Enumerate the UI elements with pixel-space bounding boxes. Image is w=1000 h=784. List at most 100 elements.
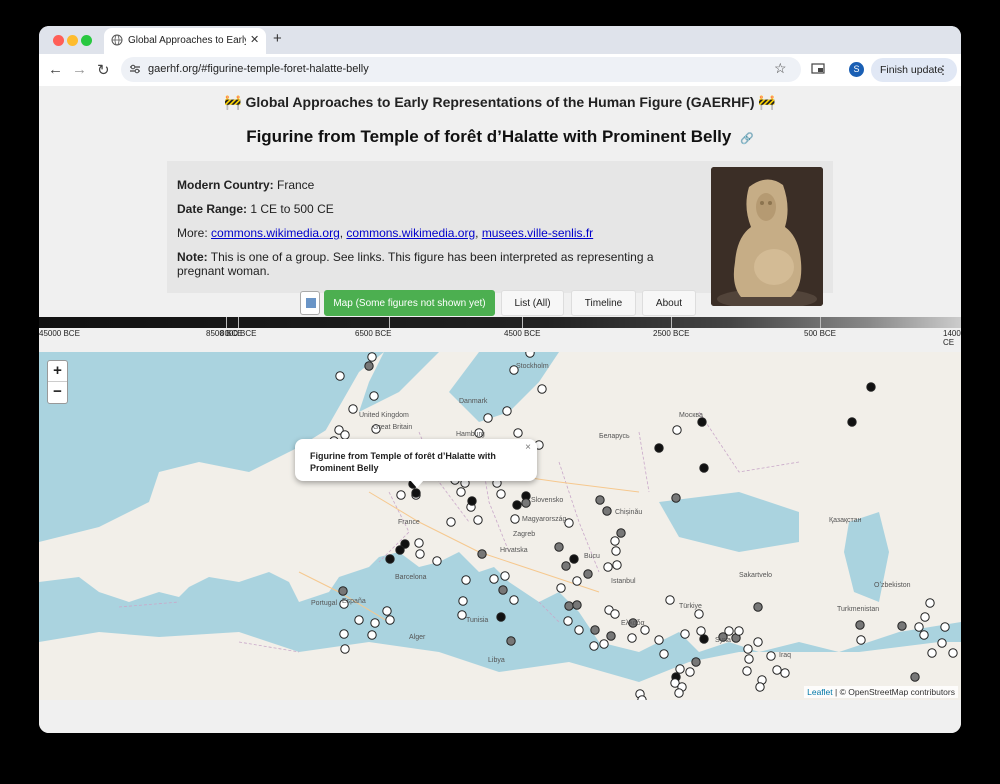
figure-marker[interactable] (610, 536, 620, 546)
figure-marker[interactable] (498, 585, 508, 595)
figure-marker[interactable] (554, 542, 564, 552)
museum-link[interactable]: musees.ville-senlis.fr (482, 226, 593, 240)
figure-marker[interactable] (755, 682, 765, 692)
popup-close-button[interactable]: × (525, 442, 531, 453)
figure-marker[interactable] (340, 644, 350, 654)
profile-avatar[interactable]: S (849, 62, 864, 77)
figure-marker[interactable] (489, 574, 499, 584)
figure-marker[interactable] (364, 361, 374, 371)
figure-marker[interactable] (385, 554, 395, 564)
figure-marker[interactable] (414, 538, 424, 548)
figure-marker[interactable] (467, 496, 477, 506)
figure-marker[interactable] (694, 609, 704, 619)
figure-marker[interactable] (855, 620, 865, 630)
figure-marker[interactable] (338, 586, 348, 596)
figure-marker[interactable] (691, 657, 701, 667)
figure-marker[interactable] (556, 583, 566, 593)
figure-marker[interactable] (675, 664, 685, 674)
figure-marker[interactable] (340, 430, 350, 440)
figure-marker[interactable] (603, 562, 613, 572)
list-view-button[interactable]: List (All) (501, 290, 564, 316)
figure-marker[interactable] (461, 575, 471, 585)
figure-marker[interactable] (948, 648, 958, 658)
close-window-button[interactable] (53, 35, 64, 46)
figure-marker[interactable] (659, 649, 669, 659)
back-button[interactable]: ← (48, 61, 63, 78)
figure-marker[interactable] (483, 413, 493, 423)
figure-marker[interactable] (569, 554, 579, 564)
figure-marker[interactable] (369, 391, 379, 401)
figure-marker[interactable] (611, 546, 621, 556)
permalink-icon[interactable]: 🔗 (740, 133, 754, 145)
figure-marker[interactable] (512, 500, 522, 510)
figure-marker[interactable] (616, 528, 626, 538)
figure-marker[interactable] (680, 629, 690, 639)
figure-marker[interactable] (396, 490, 406, 500)
figure-marker[interactable] (914, 622, 924, 632)
figure-marker[interactable] (753, 602, 763, 612)
figure-marker[interactable] (744, 654, 754, 664)
figure-marker[interactable] (640, 625, 650, 635)
figure-marker[interactable] (510, 514, 520, 524)
figure-marker[interactable] (612, 560, 622, 570)
figure-marker[interactable] (940, 622, 950, 632)
figure-marker[interactable] (606, 631, 616, 641)
browser-tab[interactable]: Global Approaches to Early R ✕ (104, 28, 266, 54)
figure-marker[interactable] (699, 463, 709, 473)
figure-marker[interactable] (457, 610, 467, 620)
figure-marker[interactable] (432, 556, 442, 566)
new-tab-button[interactable]: + (273, 30, 282, 47)
figure-marker[interactable] (500, 571, 510, 581)
wikimedia-link-2[interactable]: commons.wikimedia.org (346, 226, 475, 240)
leaflet-link[interactable]: Leaflet (807, 687, 833, 697)
figure-marker[interactable] (572, 600, 582, 610)
figure-marker[interactable] (665, 595, 675, 605)
figure-marker[interactable] (506, 636, 516, 646)
figure-marker[interactable] (367, 352, 377, 362)
figure-marker[interactable] (627, 633, 637, 643)
figure-marker[interactable] (734, 626, 744, 636)
map-view-button[interactable]: Map (Some figures not shown yet) (324, 290, 495, 316)
figure-marker[interactable] (513, 428, 523, 438)
site-settings-icon[interactable] (129, 63, 141, 75)
figure-marker[interactable] (780, 668, 790, 678)
figure-marker[interactable] (502, 406, 512, 416)
figure-marker[interactable] (697, 417, 707, 427)
figure-marker[interactable] (563, 616, 573, 626)
figure-marker[interactable] (496, 489, 506, 499)
figure-marker[interactable] (637, 695, 647, 700)
figure-marker[interactable] (671, 493, 681, 503)
figure-marker[interactable] (382, 606, 392, 616)
figure-marker[interactable] (766, 651, 776, 661)
reload-button[interactable]: ↻ (97, 61, 110, 79)
more-menu-icon[interactable]: ⋮ (937, 58, 949, 82)
figure-marker[interactable] (583, 569, 593, 579)
figure-marker[interactable] (699, 634, 709, 644)
figure-marker[interactable] (354, 615, 364, 625)
timeline-view-button[interactable]: Timeline (571, 290, 636, 316)
figure-marker[interactable] (496, 612, 506, 622)
forward-button[interactable]: → (72, 61, 87, 78)
figure-marker[interactable] (335, 371, 345, 381)
figurine-photo[interactable] (711, 167, 823, 306)
figure-marker[interactable] (456, 487, 466, 497)
figure-marker[interactable] (537, 384, 547, 394)
figure-marker[interactable] (446, 517, 456, 527)
figure-marker[interactable] (574, 625, 584, 635)
figure-marker[interactable] (742, 666, 752, 676)
bookmark-star-icon[interactable]: ☆ (774, 60, 787, 77)
figure-marker[interactable] (477, 549, 487, 559)
figure-marker[interactable] (525, 352, 535, 358)
figure-marker[interactable] (925, 598, 935, 608)
figure-marker[interactable] (866, 382, 876, 392)
figure-marker[interactable] (654, 443, 664, 453)
figure-marker[interactable] (458, 596, 468, 606)
figure-marker[interactable] (411, 488, 421, 498)
play-animation-button[interactable] (300, 291, 320, 315)
figure-marker[interactable] (595, 495, 605, 505)
about-button[interactable]: About (642, 290, 696, 316)
figure-marker[interactable] (572, 576, 582, 586)
figure-marker[interactable] (920, 612, 930, 622)
figure-marker[interactable] (602, 506, 612, 516)
figure-marker[interactable] (672, 425, 682, 435)
